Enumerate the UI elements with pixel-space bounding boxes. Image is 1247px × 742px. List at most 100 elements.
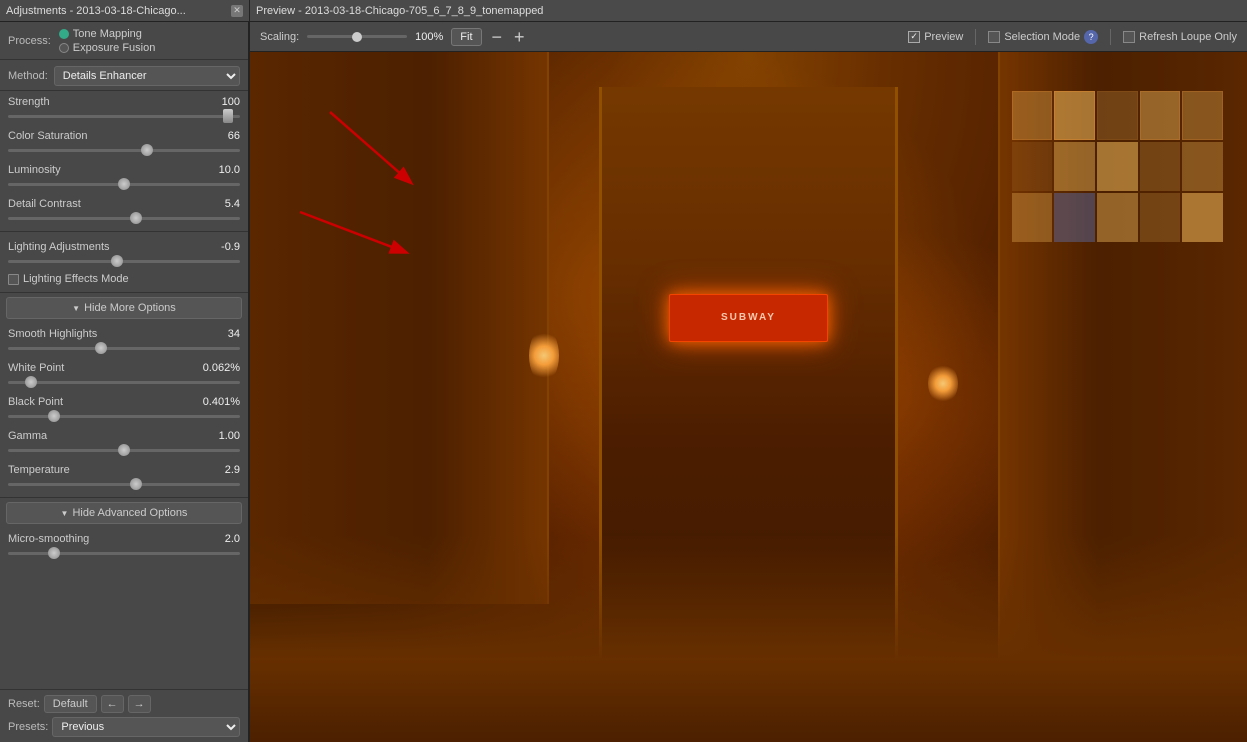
process-row: Process: Tone Mapping Exposure Fusion [8, 28, 240, 54]
detail-contrast-slider-track[interactable] [8, 211, 240, 225]
process-options: Tone Mapping Exposure Fusion [59, 28, 156, 54]
strength-thumb[interactable] [223, 109, 233, 123]
exposure-fusion-radio[interactable] [59, 43, 69, 53]
gamma-label: Gamma [8, 430, 47, 442]
fit-btn[interactable]: Fit [451, 28, 481, 46]
smooth-highlights-value: 34 [228, 328, 240, 340]
refresh-checkbox[interactable] [1123, 31, 1135, 43]
black-point-value: 0.401% [203, 396, 240, 408]
strength-slider-track[interactable] [8, 109, 240, 123]
left-panel: Process: Tone Mapping Exposure Fusion [0, 22, 250, 742]
hide-advanced-options-btn[interactable]: ▼ Hide Advanced Options [6, 502, 242, 524]
micro-smoothing-label: Micro-smoothing [8, 533, 89, 545]
scaling-label: Scaling: [260, 31, 299, 43]
process-section: Process: Tone Mapping Exposure Fusion [0, 22, 248, 59]
undo-btn[interactable]: ← [101, 695, 124, 713]
selection-mode-checkbox[interactable] [988, 31, 1000, 43]
tone-mapping-radio[interactable] [59, 29, 69, 39]
micro-smoothing-section: Micro-smoothing 2.0 [0, 528, 248, 562]
presets-row: Presets: Previous [8, 717, 240, 737]
smooth-highlights-thumb[interactable] [95, 342, 107, 354]
gamma-slider-track[interactable] [8, 443, 240, 457]
hide-advanced-options-triangle: ▼ [61, 509, 69, 518]
luminosity-slider-track[interactable] [8, 177, 240, 191]
exposure-fusion-row: Exposure Fusion [59, 42, 156, 54]
presets-select[interactable]: Previous [52, 717, 240, 737]
temperature-thumb[interactable] [130, 478, 142, 490]
gamma-section: Gamma 1.00 [0, 425, 248, 459]
right-panel: Scaling: 100% Fit − + ✓ Preview Select [250, 22, 1247, 742]
hide-more-options-label: Hide More Options [84, 302, 176, 314]
black-point-thumb[interactable] [48, 410, 60, 422]
toolbar-divider-1 [975, 29, 976, 45]
subway-sign: SUBWAY [669, 294, 829, 342]
temperature-slider-track[interactable] [8, 477, 240, 491]
color-saturation-value: 66 [228, 130, 240, 142]
scaling-value: 100% [415, 31, 443, 43]
close-left-window[interactable]: ✕ [231, 5, 243, 17]
default-btn[interactable]: Default [44, 695, 97, 713]
gamma-value: 1.00 [219, 430, 240, 442]
bottom-controls: Reset: Default ← → Presets: Previous [0, 689, 248, 742]
luminosity-value: 10.0 [219, 164, 240, 176]
lighting-adjustments-section: Lighting Adjustments -0.9 [0, 236, 248, 270]
detail-contrast-label: Detail Contrast [8, 198, 81, 210]
method-select[interactable]: Details Enhancer [54, 66, 240, 86]
micro-smoothing-thumb[interactable] [48, 547, 60, 559]
lighting-adjustments-slider-track[interactable] [8, 254, 240, 268]
strength-value: 100 [222, 96, 240, 108]
zoom-in-btn[interactable]: + [512, 28, 527, 46]
right-window-title: Preview - 2013-03-18-Chicago-705_6_7_8_9… [256, 5, 543, 17]
hide-more-options-triangle: ▼ [72, 304, 80, 313]
exposure-fusion-label: Exposure Fusion [73, 42, 156, 54]
lighting-adjustments-value: -0.9 [221, 241, 240, 253]
redo-btn[interactable]: → [128, 695, 151, 713]
color-saturation-thumb[interactable] [141, 144, 153, 156]
zoom-out-btn[interactable]: − [490, 28, 505, 46]
strength-section: Strength 100 [0, 91, 248, 125]
white-point-slider-track[interactable] [8, 375, 240, 389]
hide-advanced-options-label: Hide Advanced Options [72, 507, 187, 519]
micro-smoothing-value: 2.0 [225, 533, 240, 545]
selection-mode-group: Selection Mode ? [988, 30, 1098, 44]
lighting-effects-checkbox[interactable] [8, 274, 19, 285]
presets-label: Presets: [8, 721, 48, 733]
selection-mode-help-btn[interactable]: ? [1084, 30, 1098, 44]
left-title-bar: Adjustments - 2013-03-18-Chicago... ✕ [0, 0, 250, 22]
tone-mapping-label: Tone Mapping [73, 28, 142, 40]
method-label: Method: [8, 70, 48, 82]
detail-contrast-section: Detail Contrast 5.4 [0, 193, 248, 227]
preview-toolbar: Scaling: 100% Fit − + ✓ Preview Select [250, 22, 1247, 52]
refresh-check-group: Refresh Loupe Only [1123, 31, 1237, 43]
temperature-value: 2.9 [225, 464, 240, 476]
hide-more-options-btn[interactable]: ▼ Hide More Options [6, 297, 242, 319]
strength-label: Strength [8, 96, 50, 108]
white-point-thumb[interactable] [25, 376, 37, 388]
gamma-thumb[interactable] [118, 444, 130, 456]
detail-contrast-thumb[interactable] [130, 212, 142, 224]
color-saturation-slider-track[interactable] [8, 143, 240, 157]
reset-label: Reset: [8, 698, 40, 710]
black-point-label: Black Point [8, 396, 63, 408]
black-point-slider-track[interactable] [8, 409, 240, 423]
building-windows [1008, 87, 1227, 501]
smooth-highlights-section: Smooth Highlights 34 [0, 323, 248, 357]
lighting-adjustments-thumb[interactable] [111, 255, 123, 267]
scaling-thumb[interactable] [352, 32, 362, 42]
luminosity-thumb[interactable] [118, 178, 130, 190]
panel-scroll-area[interactable]: Process: Tone Mapping Exposure Fusion [0, 22, 248, 689]
smooth-highlights-slider-track[interactable] [8, 341, 240, 355]
lighting-effects-label: Lighting Effects Mode [23, 273, 129, 285]
scaling-slider[interactable] [307, 30, 407, 44]
preview-area: SUBWAY [250, 52, 1247, 742]
preview-checkbox[interactable]: ✓ [908, 31, 920, 43]
micro-smoothing-slider-track[interactable] [8, 546, 240, 560]
right-title-bar: Preview - 2013-03-18-Chicago-705_6_7_8_9… [250, 0, 1247, 22]
lighting-effects-row: Lighting Effects Mode [0, 270, 248, 288]
color-saturation-label: Color Saturation [8, 130, 88, 142]
preview-label: Preview [924, 31, 963, 43]
color-saturation-section: Color Saturation 66 [0, 125, 248, 159]
preview-check-group: ✓ Preview [908, 31, 963, 43]
selection-mode-label: Selection Mode [1004, 31, 1080, 43]
reset-row: Reset: Default ← → [8, 695, 240, 713]
